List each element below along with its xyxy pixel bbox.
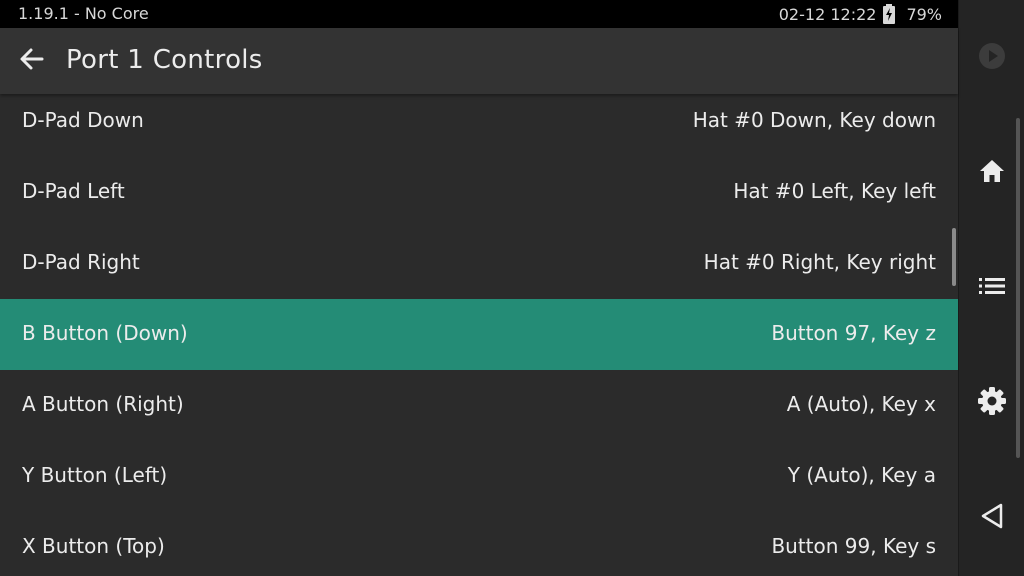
list-item-selected[interactable]: B Button (Down) Button 97, Key z [0,299,958,370]
list-item-label: B Button (Down) [22,321,188,345]
battery-charging-icon [882,4,900,24]
list-item-label: A Button (Right) [22,392,184,416]
android-back-button[interactable] [959,490,1024,546]
list-item-value: Button 99, Key s [771,534,936,558]
status-app-version: 1.19.1 - No Core [18,4,149,23]
header-bar: Port 1 Controls [0,28,958,94]
play-icon [977,41,1007,75]
list-item[interactable]: D-Pad Right Hat #0 Right, Key right [0,228,958,299]
arrow-left-icon [19,47,45,75]
status-datetime: 02-12 12:22 [778,4,877,24]
scrollbar-thumb[interactable] [952,228,956,286]
main-panel: 1.19.1 - No Core 02-12 12:22 79% Port 1 … [0,0,958,576]
status-right-group: 02-12 12:22 79% [779,4,942,24]
playlist-button[interactable] [959,260,1024,316]
resume-button[interactable] [959,30,1024,86]
list-item[interactable]: D-Pad Down Hat #0 Down, Key down [0,86,958,157]
status-battery-percent: 79% [906,4,942,24]
list-item-label: D-Pad Down [22,108,144,132]
home-icon [978,158,1006,188]
list-item[interactable]: A Button (Right) A (Auto), Key x [0,370,958,441]
controls-list: D-Pad Down Hat #0 Down, Key down D-Pad L… [0,86,958,576]
settings-button[interactable] [959,375,1024,431]
list-item[interactable]: Y Button (Left) Y (Auto), Key a [0,441,958,512]
gear-icon [977,386,1007,420]
list-icon [978,275,1006,301]
list-item-label: D-Pad Left [22,179,125,203]
list-item-label: X Button (Top) [22,534,165,558]
list-item-value: Hat #0 Right, Key right [703,250,936,274]
list-item-value: Hat #0 Down, Key down [692,108,936,132]
retroarch-screen: 1.19.1 - No Core 02-12 12:22 79% Port 1 … [0,0,1024,576]
list-item-value: Y (Auto), Key a [787,463,936,487]
list-item[interactable]: D-Pad Left Hat #0 Left, Key left [0,157,958,228]
list-item-value: Hat #0 Left, Key left [733,179,936,203]
back-triangle-icon [979,502,1005,534]
home-button[interactable] [959,145,1024,201]
navbar-edge-indicator [1016,118,1020,458]
list-item-label: Y Button (Left) [22,463,168,487]
back-button[interactable] [14,43,50,79]
page-title: Port 1 Controls [66,45,263,75]
list-item-value: A (Auto), Key x [786,392,936,416]
list-item-value: Button 97, Key z [771,321,936,345]
list-item-label: D-Pad Right [22,250,140,274]
navigation-sidebar [958,0,1024,576]
status-bar: 1.19.1 - No Core 02-12 12:22 79% [0,0,958,28]
list-item[interactable]: X Button (Top) Button 99, Key s [0,512,958,576]
